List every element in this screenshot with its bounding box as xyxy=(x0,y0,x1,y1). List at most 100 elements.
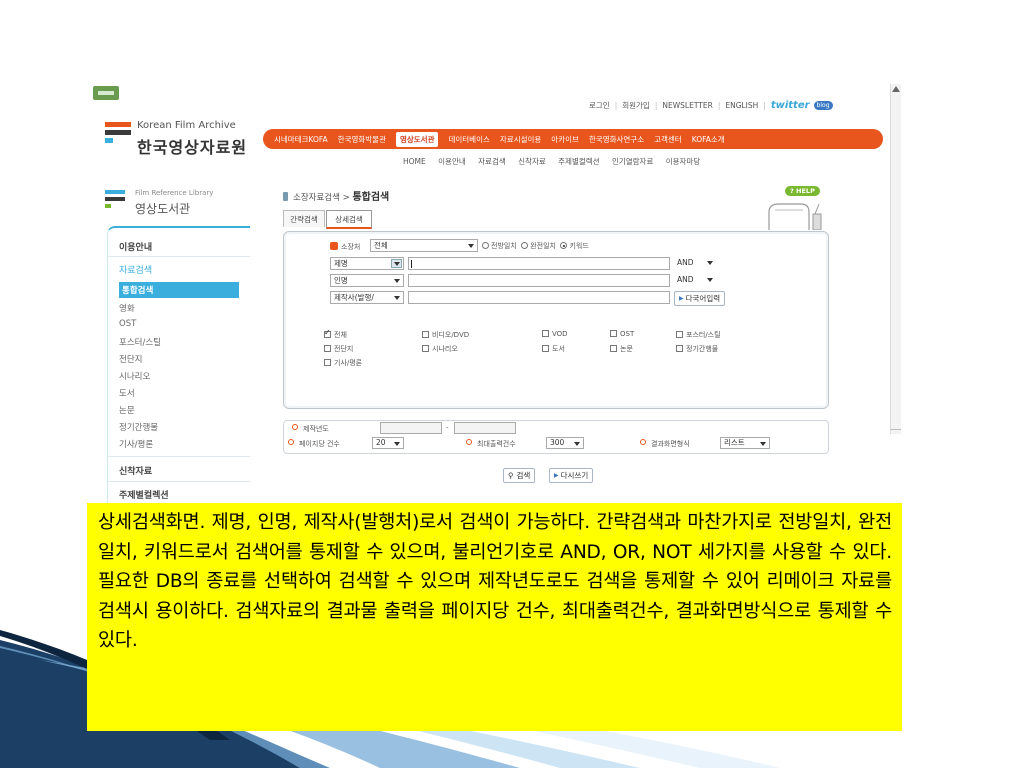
match-exact-option[interactable]: 완전일치 xyxy=(521,242,556,250)
field-select-2[interactable]: 인명 xyxy=(330,274,404,287)
checkbox-vod[interactable] xyxy=(542,330,549,337)
triangle-right-icon: ▶ xyxy=(679,295,684,302)
subnav-search[interactable]: 자료검색 xyxy=(478,157,506,166)
sidebar-item-periodical[interactable]: 정기간행물 xyxy=(119,421,158,433)
nav-film-library[interactable]: 영상도서관 xyxy=(395,131,439,147)
subnav-popular[interactable]: 인기열람자료 xyxy=(612,157,653,166)
checkbox-book[interactable] xyxy=(542,345,549,352)
nav-archive[interactable]: 아카이브 xyxy=(551,134,579,145)
checkbox-thesis[interactable] xyxy=(610,345,617,352)
browser-toolbar-icon[interactable] xyxy=(93,86,119,100)
field-select-1[interactable]: 제명 xyxy=(330,257,404,270)
radio-prefix[interactable] xyxy=(482,242,489,249)
bullet-icon xyxy=(466,439,472,445)
subnav-community[interactable]: 이용자마당 xyxy=(666,157,701,166)
sidebar-item-ost[interactable]: OST xyxy=(119,319,136,329)
type-video[interactable]: 비디오/DVD xyxy=(422,330,469,340)
per-page-select[interactable]: 20 xyxy=(372,437,404,449)
english-link[interactable]: ENGLISH xyxy=(725,101,758,110)
subnav-new[interactable]: 신착자료 xyxy=(518,157,546,166)
newsletter-link[interactable]: NEWSLETTER xyxy=(662,101,712,110)
sidebar-item-scenario[interactable]: 시나리오 xyxy=(119,370,150,382)
kofa-logo-icon[interactable] xyxy=(105,122,131,146)
blog-badge[interactable]: blog xyxy=(813,101,833,110)
operator-select-1[interactable]: AND xyxy=(674,257,716,270)
breadcrumb-parent[interactable]: 소장자료검색 > xyxy=(293,193,350,203)
year-from-input[interactable] xyxy=(380,422,442,434)
sidebar-collections[interactable]: 주제별컬렉션 xyxy=(119,488,169,501)
chevron-down-icon xyxy=(394,279,400,283)
logo-korean[interactable]: 한국영상자료원 xyxy=(137,134,247,158)
operator-select-2[interactable]: AND xyxy=(674,274,716,287)
type-vod[interactable]: VOD xyxy=(542,330,568,338)
type-thesis[interactable]: 논문 xyxy=(610,344,633,354)
checkbox-article[interactable] xyxy=(324,359,331,366)
multilang-input-button[interactable]: ▶ 다국어입력 xyxy=(674,291,726,306)
nav-research[interactable]: 한국영화사연구소 xyxy=(589,134,644,145)
type-scenario[interactable]: 시나리오 xyxy=(422,344,458,354)
type-book[interactable]: 도서 xyxy=(542,344,565,354)
holdings-label-group: 소장처 xyxy=(330,242,360,252)
scroll-up-arrow-icon[interactable] xyxy=(892,86,900,92)
holdings-select[interactable]: 전체 xyxy=(370,239,478,252)
sidebar-item-thesis[interactable]: 논문 xyxy=(119,404,135,416)
display-format-select[interactable]: 리스트 xyxy=(720,437,770,449)
search-input-1[interactable] xyxy=(408,257,670,270)
type-article[interactable]: 기사/평론 xyxy=(324,358,362,368)
search-input-2[interactable] xyxy=(408,274,670,287)
radio-keyword[interactable] xyxy=(560,242,568,249)
checkbox-scenario[interactable] xyxy=(422,345,429,352)
subnav-home[interactable]: HOME xyxy=(403,157,426,166)
sidebar-item-poster[interactable]: 포스터/스틸 xyxy=(119,336,161,348)
sidebar-search-category[interactable]: 자료검색 xyxy=(119,263,152,276)
reset-button[interactable]: ▶ 다시쓰기 xyxy=(549,468,594,483)
field-select-3[interactable]: 제작사(발행/ xyxy=(330,291,404,304)
type-all[interactable]: 전체 xyxy=(324,328,347,340)
holdings-badge-icon xyxy=(330,242,338,250)
checkbox-flyer[interactable] xyxy=(324,345,331,352)
sidebar-item-integrated-search[interactable]: 통합검색 xyxy=(119,282,239,298)
checkbox-ost[interactable] xyxy=(610,330,617,337)
nav-customer-center[interactable]: 고객센터 xyxy=(654,134,682,145)
type-flyer[interactable]: 전단지 xyxy=(324,344,353,354)
nav-database[interactable]: 데이터베이스 xyxy=(448,134,489,145)
search-button[interactable]: ⚲ 검색 xyxy=(503,468,536,483)
sub-navigation: HOME 이용안내 자료검색 신착자료 주제별컬렉션 인기열람자료 이용자마당 xyxy=(403,156,710,167)
nav-facility[interactable]: 자료시설이용 xyxy=(500,134,541,145)
year-to-input[interactable] xyxy=(454,422,516,434)
tab-simple-search[interactable]: 간략검색 xyxy=(283,210,325,227)
type-poster[interactable]: 포스터/스틸 xyxy=(676,330,721,340)
nav-about[interactable]: KOFA소개 xyxy=(692,134,725,145)
twitter-logo[interactable]: twitter xyxy=(771,100,810,111)
library-illustration-icon xyxy=(768,203,822,230)
subnav-collection[interactable]: 주제별컬렉션 xyxy=(558,157,599,166)
sidebar-usage[interactable]: 이용안내 xyxy=(119,240,152,253)
checkbox-periodical[interactable] xyxy=(676,345,683,352)
login-link[interactable]: 로그인 xyxy=(589,100,610,111)
help-button[interactable]: ? HELP xyxy=(785,186,820,196)
vertical-scrollbar[interactable] xyxy=(890,84,901,434)
checkbox-poster[interactable] xyxy=(676,331,683,338)
type-periodical[interactable]: 정기간행물 xyxy=(676,344,718,354)
subnav-usage[interactable]: 이용안내 xyxy=(438,157,466,166)
join-link[interactable]: 회원가입 xyxy=(622,100,650,111)
checkbox-video[interactable] xyxy=(422,331,429,338)
sidebar-item-article[interactable]: 기사/평론 xyxy=(119,438,153,450)
sidebar-item-book[interactable]: 도서 xyxy=(119,387,135,399)
library-english: Film Reference Library xyxy=(135,189,214,197)
nav-museum[interactable]: 한국영화박물관 xyxy=(338,134,386,145)
tab-detailed-search[interactable]: 상세검색 xyxy=(326,210,372,229)
max-output-select[interactable]: 300 xyxy=(546,437,584,449)
year-label: 제작년도 xyxy=(292,424,329,434)
search-input-3[interactable] xyxy=(408,291,670,304)
type-ost[interactable]: OST xyxy=(610,330,634,338)
match-prefix-option[interactable]: 전방일치 xyxy=(482,242,517,250)
checkbox-all[interactable] xyxy=(324,328,331,338)
sidebar-new-arrivals[interactable]: 신착자료 xyxy=(119,464,152,477)
match-keyword-option[interactable]: 키워드 xyxy=(560,242,589,250)
sidebar-item-film[interactable]: 영화 xyxy=(119,302,135,314)
radio-exact[interactable] xyxy=(521,242,529,249)
nav-cinematheque[interactable]: 시네마테크KOFA xyxy=(274,134,328,145)
holdings-label: 소장처 xyxy=(341,243,361,251)
sidebar-item-flyer[interactable]: 전단지 xyxy=(119,353,142,365)
